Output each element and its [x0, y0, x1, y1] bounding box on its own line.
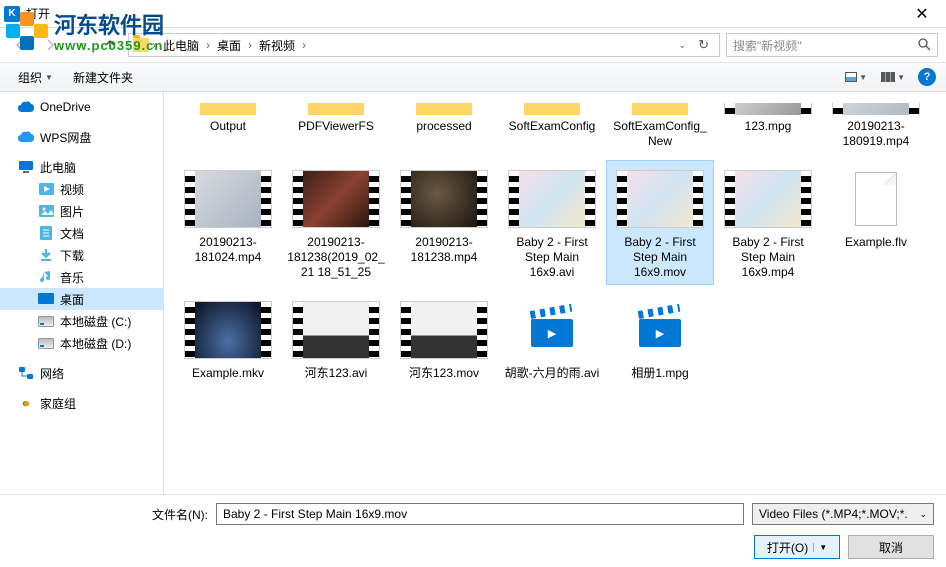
- sidebar-disk-d[interactable]: 本地磁盘 (D:): [0, 332, 163, 354]
- sidebar-network[interactable]: 网络: [0, 362, 163, 384]
- sidebar-onedrive[interactable]: OneDrive: [0, 96, 163, 118]
- folder-icon: [308, 103, 364, 115]
- path-dropdown[interactable]: ⌄↻: [673, 37, 715, 53]
- video-thumb-icon: [400, 170, 488, 228]
- video-thumb-icon: [292, 170, 380, 228]
- sidebar-homegroup[interactable]: ●●家庭组: [0, 392, 163, 414]
- organize-menu[interactable]: 组织▼: [10, 66, 61, 89]
- folder-icon: [524, 103, 580, 115]
- document-icon: [855, 172, 897, 226]
- file-item[interactable]: 20190213-181238(2019_02_21 18_51_25 179)…: [282, 160, 390, 285]
- sidebar: OneDrive WPS网盘 此电脑 视频 图片 文档 下载 音乐 桌面 本地磁…: [0, 92, 164, 494]
- cancel-button[interactable]: 取消: [848, 535, 934, 559]
- clapper-icon: [639, 313, 681, 347]
- file-item[interactable]: 20190213-181024.mp4: [174, 160, 282, 285]
- file-item[interactable]: processed: [390, 96, 498, 154]
- help-button[interactable]: ?: [918, 68, 936, 86]
- file-item[interactable]: Baby 2 - First Step Main 16x9.mp4: [714, 160, 822, 285]
- file-type-filter[interactable]: Video Files (*.MP4;*.MOV;*.⌄: [752, 503, 934, 525]
- view-mode-button[interactable]: ▼: [840, 69, 872, 85]
- path-folder[interactable]: 新视频: [255, 37, 299, 54]
- sidebar-documents[interactable]: 文档: [0, 222, 163, 244]
- file-item[interactable]: SoftExamConfig: [498, 96, 606, 154]
- video-thumb-icon: [400, 301, 488, 359]
- path-box[interactable]: › 此电脑 › 桌面 › 新视频 › ⌄↻: [128, 33, 720, 57]
- filename-input[interactable]: [216, 503, 744, 525]
- sidebar-wps[interactable]: WPS网盘: [0, 126, 163, 148]
- search-icon[interactable]: [917, 37, 931, 54]
- video-thumb-icon: [616, 170, 704, 228]
- file-item[interactable]: Example.mkv: [174, 291, 282, 386]
- search-input[interactable]: 搜索"新视频": [726, 33, 938, 57]
- chevron-right-icon[interactable]: ›: [301, 38, 307, 52]
- file-item[interactable]: Output: [174, 96, 282, 154]
- folder-icon: [416, 103, 472, 115]
- file-item[interactable]: 20190213-180919.mp4: [822, 96, 930, 154]
- sidebar-desktop[interactable]: 桌面: [0, 288, 163, 310]
- file-item-selected[interactable]: Baby 2 - First Step Main 16x9.mov: [606, 160, 714, 285]
- folder-icon: [200, 103, 256, 115]
- chevron-right-icon[interactable]: ›: [205, 38, 211, 52]
- file-panel: Output PDFViewerFS processed SoftExamCon…: [164, 92, 946, 494]
- open-button[interactable]: 打开(O)▼: [754, 535, 840, 559]
- new-folder-button[interactable]: 新建文件夹: [65, 66, 141, 89]
- video-thumb-icon: [184, 301, 272, 359]
- file-item[interactable]: 20190213-181238.mp4: [390, 160, 498, 285]
- video-thumb-icon: [832, 103, 920, 115]
- video-thumb-icon: [508, 170, 596, 228]
- file-item[interactable]: 河东123.avi: [282, 291, 390, 386]
- video-thumb-icon: [724, 170, 812, 228]
- video-thumb-icon: [292, 301, 380, 359]
- sidebar-video[interactable]: 视频: [0, 178, 163, 200]
- titlebar: K 打开 ✕: [0, 0, 946, 28]
- file-item[interactable]: 相册1.mpg: [606, 291, 714, 386]
- filename-label: 文件名(N):: [12, 506, 208, 523]
- toolbar: 组织▼ 新建文件夹 ▼ ▼ ?: [0, 62, 946, 92]
- sidebar-disk-c[interactable]: 本地磁盘 (C:): [0, 310, 163, 332]
- path-thispc[interactable]: 此电脑: [159, 37, 203, 54]
- preview-pane-button[interactable]: ▼: [876, 69, 910, 85]
- sidebar-thispc[interactable]: 此电脑: [0, 156, 163, 178]
- clapper-icon: [531, 313, 573, 347]
- sidebar-downloads[interactable]: 下载: [0, 244, 163, 266]
- address-bar: › 此电脑 › 桌面 › 新视频 › ⌄↻ 搜索"新视频": [0, 28, 946, 62]
- video-thumb-icon: [724, 103, 812, 115]
- close-button[interactable]: ✕: [902, 0, 942, 27]
- sidebar-music[interactable]: 音乐: [0, 266, 163, 288]
- window-title: 打开: [26, 5, 902, 22]
- recent-button[interactable]: [68, 33, 92, 57]
- file-item[interactable]: SoftExamConfig_New: [606, 96, 714, 154]
- app-icon: K: [4, 6, 20, 22]
- file-item[interactable]: 胡歌-六月的雨.avi: [498, 291, 606, 386]
- back-button[interactable]: [8, 33, 32, 57]
- path-desktop[interactable]: 桌面: [213, 37, 245, 54]
- footer: 文件名(N): Video Files (*.MP4;*.MOV;*.⌄ 打开(…: [0, 494, 946, 567]
- folder-icon: [133, 38, 149, 52]
- folder-icon: [632, 103, 688, 115]
- sidebar-pictures[interactable]: 图片: [0, 200, 163, 222]
- video-thumb-icon: [184, 170, 272, 228]
- file-item[interactable]: 123.mpg: [714, 96, 822, 154]
- chevron-right-icon[interactable]: ›: [247, 38, 253, 52]
- file-item[interactable]: Baby 2 - First Step Main 16x9.avi: [498, 160, 606, 285]
- up-button[interactable]: [98, 33, 122, 57]
- file-item[interactable]: Example.flv: [822, 160, 930, 285]
- forward-button[interactable]: [38, 33, 62, 57]
- chevron-right-icon[interactable]: ›: [151, 38, 157, 52]
- search-placeholder: 搜索"新视频": [733, 37, 802, 54]
- file-item[interactable]: PDFViewerFS: [282, 96, 390, 154]
- file-item[interactable]: 河东123.mov: [390, 291, 498, 386]
